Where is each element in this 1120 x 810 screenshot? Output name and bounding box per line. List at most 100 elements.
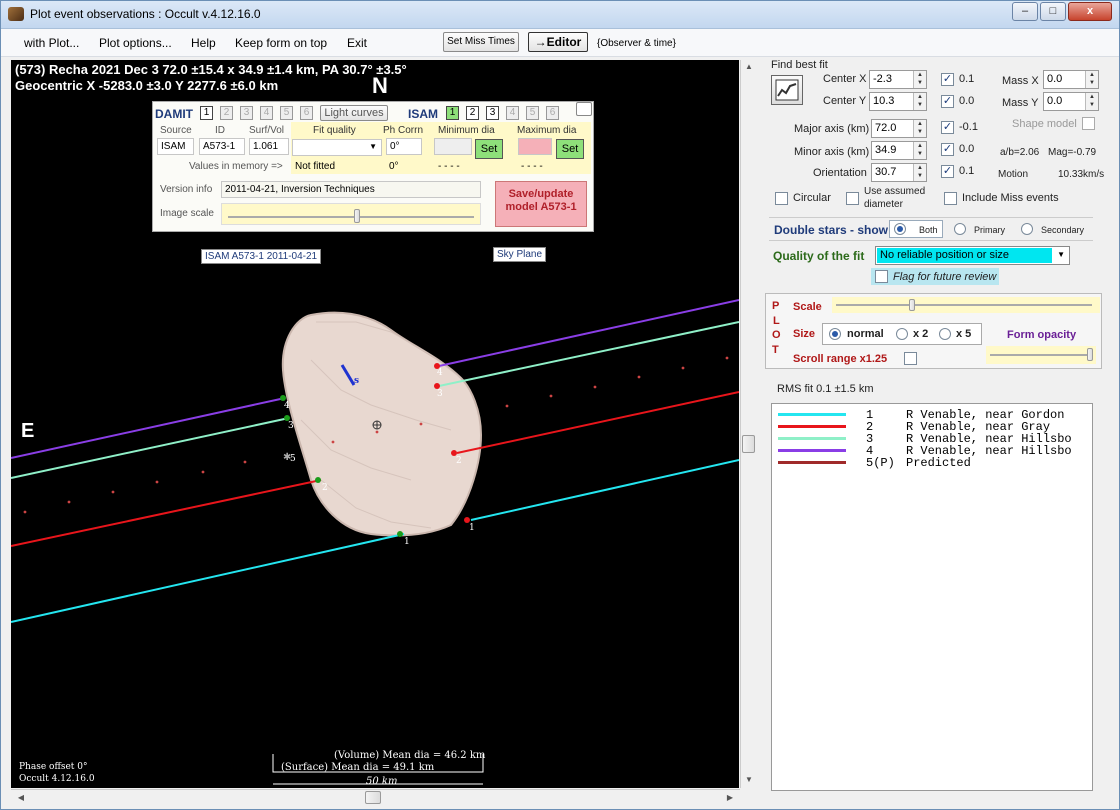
menu-keep-on-top[interactable]: Keep form on top <box>235 36 327 50</box>
vertical-scroll-thumb[interactable] <box>742 435 755 453</box>
damit-model-4[interactable]: 4 <box>260 106 273 120</box>
menu-plot-options[interactable]: Plot options... <box>99 36 172 50</box>
major-axis-checkbox[interactable]: ✓ <box>941 121 954 134</box>
find-best-fit-label: Find best fit <box>771 59 828 71</box>
observer-legend: 1 R Venable, near Gordon 2 R Venable, ne… <box>771 403 1093 791</box>
damit-model-5[interactable]: 5 <box>280 106 293 120</box>
size-x5-radio[interactable] <box>939 328 951 340</box>
major-axis-input[interactable]: 72.0 ▲ ▼ <box>871 119 927 138</box>
plot-horizontal-scrollbar[interactable]: ◀ ▶ <box>11 789 740 806</box>
minor-axis-input[interactable]: 34.9 ▲ ▼ <box>871 141 927 160</box>
secondary-radio[interactable] <box>1021 223 1033 235</box>
form-opacity-thumb[interactable] <box>1087 348 1093 361</box>
mass-x-label: Mass X <box>1002 75 1039 87</box>
center-y-spinner[interactable]: ▲ ▼ <box>913 93 926 110</box>
legend-row-3: 3 R Venable, near Hillsbo <box>778 432 1094 446</box>
fit-quality-select[interactable]: ▼ <box>292 139 382 156</box>
isam-model-5[interactable]: 5 <box>526 106 539 120</box>
plot-area[interactable]: ✱ (573) Recha 2021 Dec 3 72.0 ±15.4 x 34… <box>11 60 739 788</box>
center-x-checkbox[interactable]: ✓ <box>941 73 954 86</box>
flag-review-checkbox[interactable] <box>875 270 888 283</box>
set-min-dia-button[interactable]: Set <box>475 139 503 159</box>
form-opacity-label: Form opacity <box>1007 329 1077 341</box>
editor-button[interactable]: →Editor <box>528 32 588 52</box>
circular-label: Circular <box>793 192 831 204</box>
scroll-range-checkbox[interactable] <box>904 352 917 365</box>
isam-model-4[interactable]: 4 <box>506 106 519 120</box>
mass-x-spinner[interactable]: ▲ ▼ <box>1085 71 1098 88</box>
diameter-label: diameter <box>864 199 903 210</box>
minor-axis-spinner[interactable]: ▲ ▼ <box>913 142 926 159</box>
isam-model-3[interactable]: 3 <box>486 106 499 120</box>
both-radio[interactable] <box>894 223 906 235</box>
close-button[interactable]: x <box>1068 2 1112 21</box>
isam-model-6[interactable]: 6 <box>546 106 559 120</box>
legend-row-1: 1 R Venable, near Gordon <box>778 408 1094 422</box>
surf-vol-value: 1.061 <box>249 138 289 155</box>
menu-help[interactable]: Help <box>191 36 216 50</box>
isam-model-1[interactable]: 1 <box>446 106 459 120</box>
shape-model-checkbox[interactable] <box>1082 117 1095 130</box>
light-curves-button[interactable]: Light curves <box>320 105 388 121</box>
image-scale-slider[interactable] <box>221 203 481 225</box>
major-axis-spinner[interactable]: ▲ ▼ <box>913 120 926 137</box>
not-fitted-label: Not fitted <box>295 161 336 172</box>
size-normal-radio[interactable] <box>829 328 841 340</box>
quality-fit-select[interactable]: No reliable position or size ▼ <box>875 246 1070 265</box>
damit-model-2[interactable]: 2 <box>220 106 233 120</box>
use-assumed-checkbox[interactable] <box>846 192 859 205</box>
horizontal-scroll-thumb[interactable] <box>365 791 381 804</box>
window-title: Plot event observations : Occult v.4.12.… <box>30 7 261 21</box>
minor-axis-checkbox[interactable]: ✓ <box>941 143 954 156</box>
max-dia-input[interactable] <box>518 138 552 155</box>
scroll-up-icon[interactable]: ▲ <box>741 62 757 71</box>
primary-radio[interactable] <box>954 223 966 235</box>
ph-corrn-value[interactable]: 0° <box>386 138 422 155</box>
plot-vertical-scrollbar[interactable]: ▲ ▼ <box>740 60 756 788</box>
form-opacity-slider[interactable] <box>986 346 1096 364</box>
scale-label: Scale <box>793 301 822 313</box>
mass-y-input[interactable]: 0.0 ▲ ▼ <box>1043 92 1099 111</box>
isam-model-2[interactable]: 2 <box>466 106 479 120</box>
chord-label-2a: 2 <box>322 483 328 493</box>
orientation-label: Orientation <box>813 167 867 179</box>
values-in-memory-label: Values in memory => <box>189 161 283 172</box>
set-max-dia-button[interactable]: Set <box>556 139 584 159</box>
menu-exit[interactable]: Exit <box>347 36 367 50</box>
include-miss-checkbox[interactable] <box>944 192 957 205</box>
orientation-checkbox[interactable]: ✓ <box>941 165 954 178</box>
size-x2-radio[interactable] <box>896 328 908 340</box>
orientation-spinner[interactable]: ▲ ▼ <box>913 164 926 181</box>
minor-axis-label: Minor axis (km) <box>794 146 870 158</box>
plot-vertical-t: T <box>772 344 779 356</box>
id-header: ID <box>215 125 225 136</box>
scroll-left-icon[interactable]: ◀ <box>13 793 29 802</box>
center-y-input[interactable]: 10.3 ▲ ▼ <box>869 92 927 111</box>
center-x-spinner[interactable]: ▲ ▼ <box>913 71 926 88</box>
set-miss-times-button[interactable]: Set Miss Times <box>443 32 519 52</box>
maximize-button[interactable]: □ <box>1040 2 1066 21</box>
circular-checkbox[interactable] <box>775 192 788 205</box>
menu-with-plot[interactable]: with Plot... <box>24 36 79 50</box>
minimize-button[interactable]: – <box>1012 2 1038 21</box>
scroll-right-icon[interactable]: ▶ <box>722 793 738 802</box>
scale-slider[interactable] <box>832 297 1100 313</box>
center-y-checkbox[interactable]: ✓ <box>941 95 954 108</box>
damit-model-3[interactable]: 3 <box>240 106 253 120</box>
center-x-input[interactable]: -2.3 ▲ ▼ <box>869 70 927 89</box>
damit-model-6[interactable]: 6 <box>300 106 313 120</box>
find-best-fit-button[interactable] <box>771 75 803 105</box>
mass-x-input[interactable]: 0.0 ▲ ▼ <box>1043 70 1099 89</box>
minor-axis-value: 34.9 <box>875 144 897 156</box>
panel-collapse-button[interactable] <box>576 102 592 116</box>
plot-header-line1: (573) Recha 2021 Dec 3 72.0 ±15.4 x 34.9… <box>15 62 407 77</box>
orientation-input[interactable]: 30.7 ▲ ▼ <box>871 163 927 182</box>
scale-slider-thumb[interactable] <box>909 299 915 311</box>
min-dia-input[interactable] <box>434 138 472 155</box>
mass-y-spinner[interactable]: ▲ ▼ <box>1085 93 1098 110</box>
save-update-model-button[interactable]: Save/update model A573-1 <box>495 181 587 227</box>
image-scale-thumb[interactable] <box>354 209 360 223</box>
scroll-down-icon[interactable]: ▼ <box>741 775 757 784</box>
damit-model-1[interactable]: 1 <box>200 106 213 120</box>
phase-offset-label: Phase offset 0° <box>19 762 88 772</box>
